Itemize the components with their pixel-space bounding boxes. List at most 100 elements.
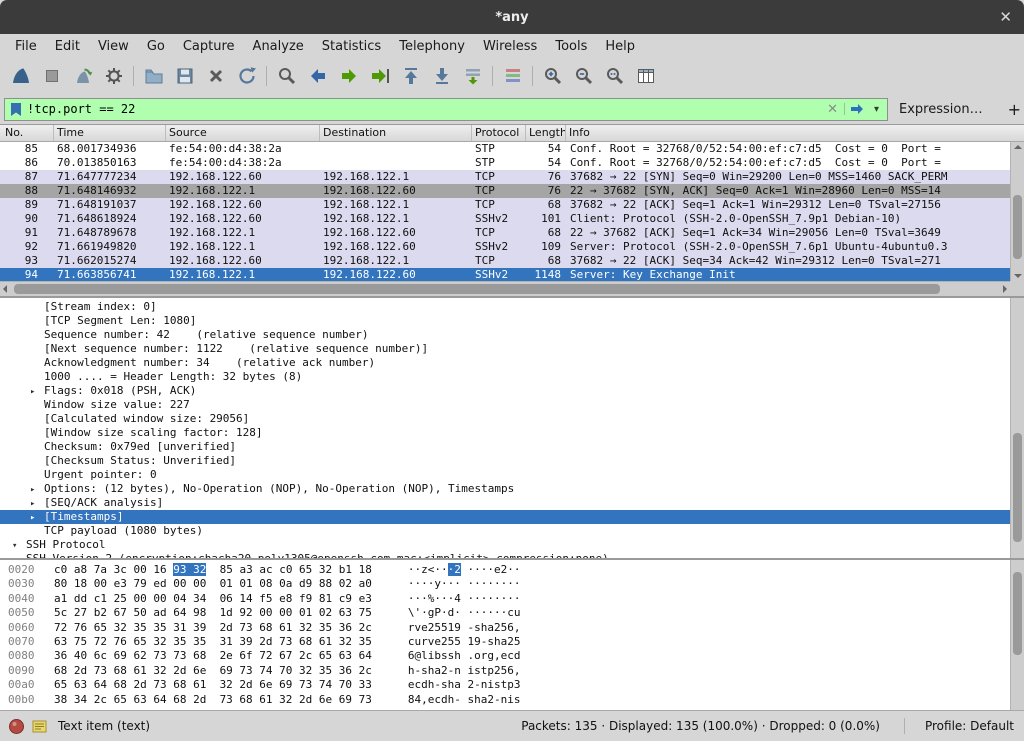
packet-row[interactable]: 90 71.648618924 192.168.122.60 192.168.1… bbox=[0, 212, 1010, 226]
column-header[interactable]: Info bbox=[566, 125, 1024, 141]
detail-line[interactable]: Sequence number: 42 (relative sequence n… bbox=[0, 328, 1024, 342]
stop-capture-icon[interactable] bbox=[36, 62, 67, 90]
go-to-last-packet-icon[interactable] bbox=[426, 62, 457, 90]
details-vscrollbar[interactable] bbox=[1010, 298, 1024, 558]
filter-apply-icon[interactable] bbox=[844, 103, 869, 115]
detail-line[interactable]: [Stream index: 0] bbox=[0, 300, 1024, 314]
expander-icon[interactable]: ▸ bbox=[30, 483, 44, 497]
detail-line[interactable]: Checksum: 0x79ed [unverified] bbox=[0, 440, 1024, 454]
column-header[interactable]: No. bbox=[0, 125, 54, 141]
display-filter-input[interactable] bbox=[27, 102, 821, 116]
expander-icon[interactable]: ▸ bbox=[30, 385, 44, 399]
scrollbar-thumb[interactable] bbox=[1013, 195, 1022, 259]
packet-row[interactable]: 88 71.648146932 192.168.122.1 192.168.12… bbox=[0, 184, 1010, 198]
column-header[interactable]: Length bbox=[526, 125, 566, 141]
detail-line[interactable]: Window size value: 227 bbox=[0, 398, 1024, 412]
menu-item[interactable]: Go bbox=[138, 37, 174, 56]
open-capture-file-icon[interactable] bbox=[138, 62, 169, 90]
expander-icon[interactable]: ▸ bbox=[30, 511, 44, 525]
column-header[interactable]: Time bbox=[54, 125, 166, 141]
expert-info-icon[interactable] bbox=[8, 718, 25, 735]
filter-clear-icon[interactable]: ✕ bbox=[821, 102, 844, 117]
packet-row[interactable]: 87 71.647777234 192.168.122.60 192.168.1… bbox=[0, 170, 1010, 184]
bytes-vscrollbar[interactable] bbox=[1010, 560, 1024, 710]
detail-line[interactable]: ▸Options: (12 bytes), No-Operation (NOP)… bbox=[0, 482, 1024, 496]
scrollbar-thumb[interactable] bbox=[1013, 572, 1022, 655]
packet-row[interactable]: 91 71.648789678 192.168.122.1 192.168.12… bbox=[0, 226, 1010, 240]
packet-row[interactable]: 94 71.663856741 192.168.122.1 192.168.12… bbox=[0, 268, 1010, 281]
capture-options-icon[interactable] bbox=[98, 62, 129, 90]
titlebar[interactable]: *any ✕ bbox=[0, 0, 1024, 34]
scroll-right-icon[interactable] bbox=[1003, 285, 1007, 293]
scroll-up-icon[interactable] bbox=[1014, 145, 1022, 149]
close-window-icon[interactable]: ✕ bbox=[999, 8, 1012, 26]
zoom-in-icon[interactable] bbox=[537, 62, 568, 90]
detail-line[interactable]: [Next sequence number: 1122 (relative se… bbox=[0, 342, 1024, 356]
go-back-icon[interactable] bbox=[302, 62, 333, 90]
packet-list-hscrollbar[interactable] bbox=[0, 281, 1010, 296]
detail-line[interactable]: ▾SSH Protocol bbox=[0, 538, 1024, 552]
detail-line[interactable]: [Checksum Status: Unverified] bbox=[0, 454, 1024, 468]
go-forward-icon[interactable] bbox=[333, 62, 364, 90]
packet-row[interactable]: 86 70.013850163 fe:54:00:d4:38:2a STP 54… bbox=[0, 156, 1010, 170]
packet-row[interactable]: 92 71.661949820 192.168.122.1 192.168.12… bbox=[0, 240, 1010, 254]
display-filter-field[interactable]: ✕ ▾ bbox=[4, 98, 888, 121]
zoom-original-icon[interactable] bbox=[599, 62, 630, 90]
detail-line[interactable]: [Calculated window size: 29056] bbox=[0, 412, 1024, 426]
hex-row[interactable]: 00505c 27 b2 67 50 ad 64 98 1d 92 00 00 … bbox=[8, 606, 1024, 620]
go-to-packet-icon[interactable] bbox=[364, 62, 395, 90]
go-to-first-packet-icon[interactable] bbox=[395, 62, 426, 90]
start-capture-icon[interactable] bbox=[5, 62, 36, 90]
restart-capture-icon[interactable] bbox=[67, 62, 98, 90]
detail-line[interactable]: ▸[SEQ/ACK analysis] bbox=[0, 496, 1024, 510]
detail-line[interactable]: Acknowledgment number: 34 (relative ack … bbox=[0, 356, 1024, 370]
hex-row[interactable]: 0020c0 a8 7a 3c 00 16 93 32 85 a3 ac c0 … bbox=[8, 563, 1024, 577]
column-header[interactable]: Protocol bbox=[472, 125, 526, 141]
reload-file-icon[interactable] bbox=[231, 62, 262, 90]
hex-row[interactable]: 009068 2d 73 68 61 32 2d 6e 69 73 74 70 … bbox=[8, 664, 1024, 678]
close-capture-file-icon[interactable] bbox=[200, 62, 231, 90]
filter-bookmark-icon[interactable] bbox=[10, 102, 22, 117]
hex-row[interactable]: 003080 18 00 e3 79 ed 00 00 01 01 08 0a … bbox=[8, 577, 1024, 591]
menu-item[interactable]: Tools bbox=[546, 37, 596, 56]
detail-line[interactable]: ▸Flags: 0x018 (PSH, ACK) bbox=[0, 384, 1024, 398]
packet-row[interactable]: 89 71.648191037 192.168.122.60 192.168.1… bbox=[0, 198, 1010, 212]
column-header[interactable]: Destination bbox=[320, 125, 472, 141]
packet-row[interactable]: 85 68.001734936 fe:54:00:d4:38:2a STP 54… bbox=[0, 142, 1010, 156]
zoom-out-icon[interactable] bbox=[568, 62, 599, 90]
menu-item[interactable]: View bbox=[89, 37, 138, 56]
hex-row[interactable]: 008036 40 6c 69 62 73 73 68 2e 6f 72 67 … bbox=[8, 649, 1024, 663]
detail-line[interactable]: Urgent pointer: 0 bbox=[0, 468, 1024, 482]
colorize-packets-icon[interactable] bbox=[497, 62, 528, 90]
profile-button[interactable]: Profile: Default bbox=[925, 719, 1016, 733]
hex-row[interactable]: 00a065 63 64 68 2d 73 68 61 32 2d 6e 69 … bbox=[8, 678, 1024, 692]
scrollbar-thumb[interactable] bbox=[1013, 433, 1022, 542]
capture-comment-icon[interactable] bbox=[31, 718, 48, 735]
scroll-down-icon[interactable] bbox=[1014, 274, 1022, 278]
menu-item[interactable]: Edit bbox=[46, 37, 89, 56]
menu-item[interactable]: Help bbox=[596, 37, 644, 56]
auto-scroll-icon[interactable] bbox=[457, 62, 488, 90]
hex-row[interactable]: 00b038 34 2c 65 63 64 68 2d 73 68 61 32 … bbox=[8, 693, 1024, 707]
find-packet-icon[interactable] bbox=[271, 62, 302, 90]
menu-item[interactable]: Capture bbox=[174, 37, 244, 56]
column-header[interactable]: Source bbox=[166, 125, 320, 141]
filter-dropdown-icon[interactable]: ▾ bbox=[869, 104, 884, 115]
menu-item[interactable]: Wireless bbox=[474, 37, 546, 56]
save-capture-file-icon[interactable] bbox=[169, 62, 200, 90]
expander-icon[interactable]: ▾ bbox=[12, 539, 26, 553]
detail-line[interactable]: ▸[Timestamps] bbox=[0, 510, 1024, 524]
hex-row[interactable]: 007063 75 72 76 65 32 35 35 31 39 2d 73 … bbox=[8, 635, 1024, 649]
detail-line[interactable]: 1000 .... = Header Length: 32 bytes (8) bbox=[0, 370, 1024, 384]
hex-row[interactable]: 006072 76 65 32 35 35 31 39 2d 73 68 61 … bbox=[8, 621, 1024, 635]
detail-line[interactable]: TCP payload (1080 bytes) bbox=[0, 524, 1024, 538]
expander-icon[interactable]: ▸ bbox=[30, 497, 44, 511]
detail-line[interactable]: [Window size scaling factor: 128] bbox=[0, 426, 1024, 440]
expression-button[interactable]: Expression… bbox=[894, 102, 988, 117]
menu-item[interactable]: File bbox=[6, 37, 46, 56]
menu-item[interactable]: Analyze bbox=[244, 37, 313, 56]
detail-line[interactable]: [TCP Segment Len: 1080] bbox=[0, 314, 1024, 328]
hex-row[interactable]: 0040a1 dd c1 25 00 00 04 34 06 14 f5 e8 … bbox=[8, 592, 1024, 606]
add-filter-button[interactable]: + bbox=[1000, 100, 1024, 119]
packet-row[interactable]: 93 71.662015274 192.168.122.60 192.168.1… bbox=[0, 254, 1010, 268]
